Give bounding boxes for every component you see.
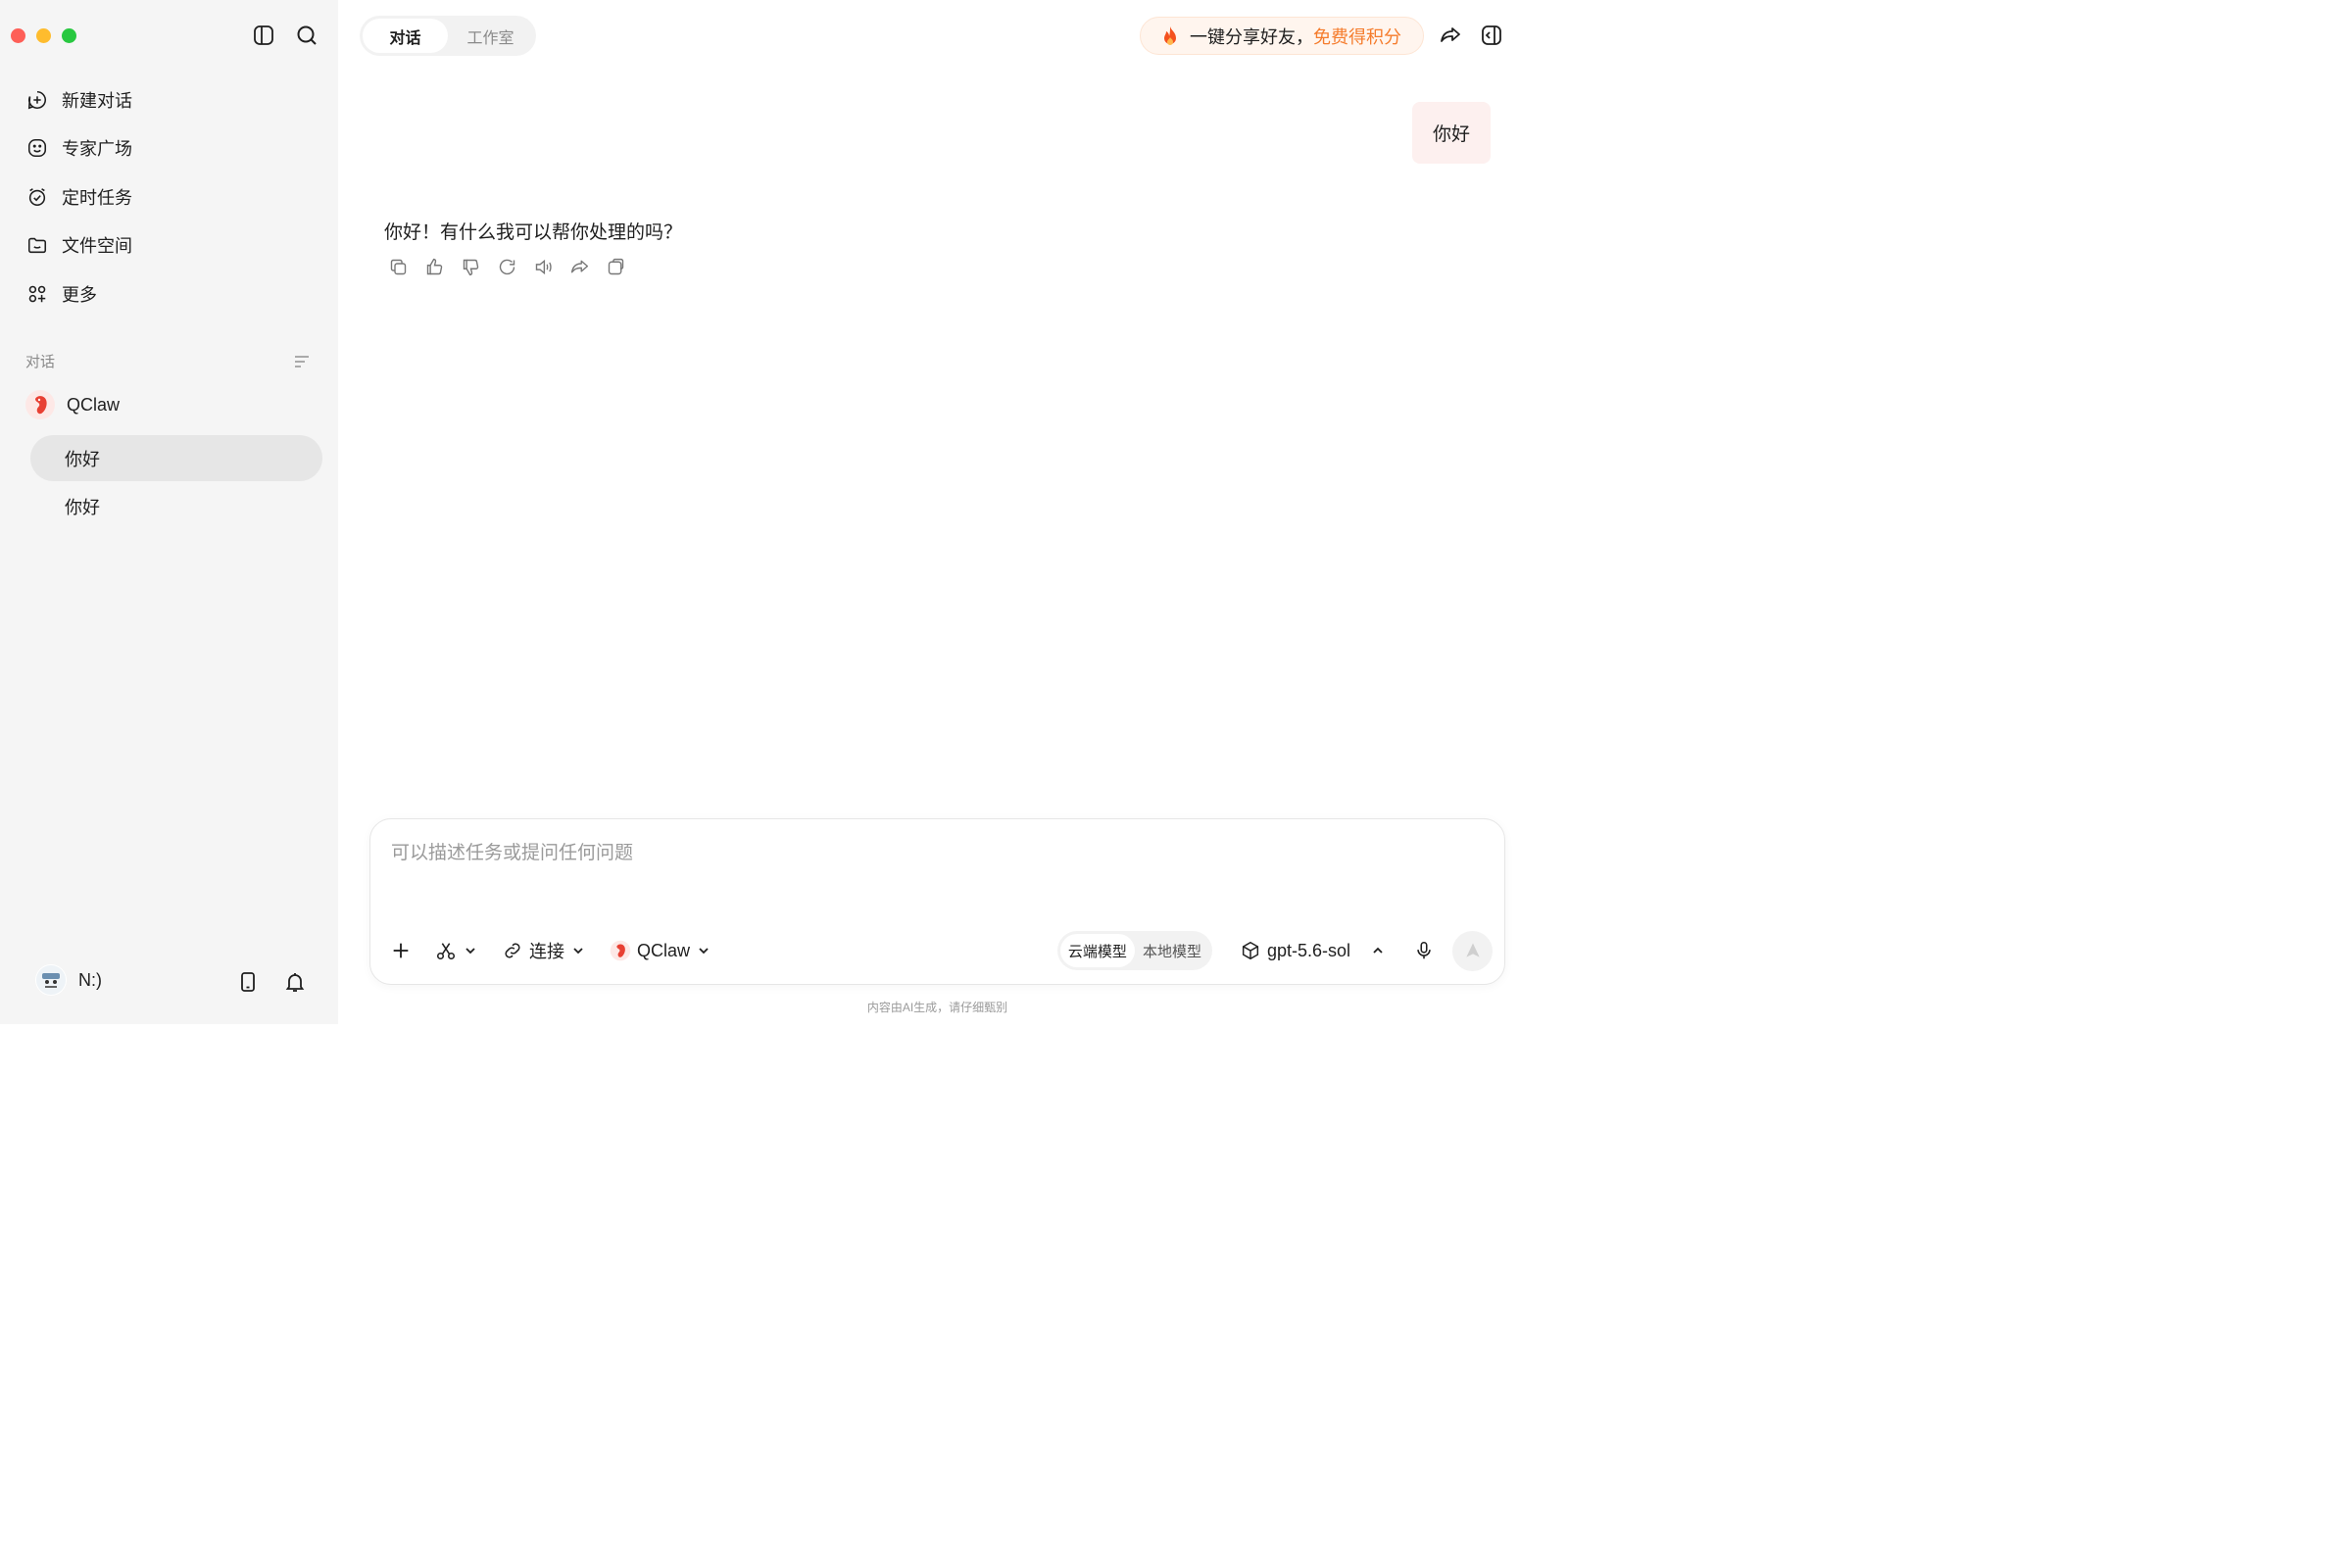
send-button[interactable] [1452, 930, 1493, 971]
tab-studio[interactable]: 工作室 [448, 19, 533, 53]
connect-label: 连接 [529, 942, 564, 961]
chevron-down-icon [573, 948, 583, 955]
maximize-window-button[interactable] [62, 28, 76, 43]
sidebar-nav: 新建对话 专家广场 定时任务 文件空间 更多 [18, 75, 321, 318]
share-button[interactable] [1438, 23, 1463, 48]
sidebar: 新建对话 专家广场 定时任务 文件空间 更多 对话 QClaw 你好 你好 N:… [0, 0, 338, 1024]
user-name: N:) [78, 969, 102, 990]
sidebar-item-label: 专家广场 [62, 139, 132, 160]
cloud-model-option[interactable]: 云端模型 [1059, 934, 1135, 967]
new-chat-icon[interactable] [606, 257, 626, 277]
conversation-item[interactable]: 你好 [30, 483, 322, 529]
speaker-icon[interactable] [533, 257, 554, 277]
agent-label: QClaw [637, 940, 691, 960]
search-button[interactable] [294, 23, 319, 48]
message-composer: 连接 QClaw 云端模型 本地模型 gpt-5.6-sol [369, 818, 1505, 985]
mobile-device-button[interactable] [235, 969, 261, 995]
send-arrow-icon [1465, 943, 1480, 957]
sort-icon[interactable] [294, 354, 310, 369]
search-icon [297, 25, 317, 45]
avatar [35, 964, 67, 996]
smile-face-icon [27, 139, 47, 158]
sidebar-item-label: 文件空间 [62, 236, 132, 257]
conversations-header: 对话 [25, 351, 310, 371]
alarm-clock-icon [28, 187, 46, 206]
model-name: gpt-5.6-sol [1266, 940, 1350, 960]
sidebar-item-label: 定时任务 [62, 187, 132, 208]
main-panel: 对话 工作室 一键分享好友，免费得积分 你好 你好！有什么我可以帮你处理的吗？ [338, 0, 1537, 1024]
agent-dropdown[interactable]: QClaw [610, 940, 711, 961]
view-tabs: 对话 工作室 [360, 16, 536, 56]
folder-icon [27, 238, 47, 254]
user-profile[interactable]: N:) [35, 964, 102, 996]
share-icon [1441, 27, 1460, 42]
phone-icon [241, 972, 255, 992]
ai-disclaimer: 内容由AI生成，请仔细甄别 [866, 1001, 1008, 1014]
toggle-right-panel-button[interactable] [1479, 23, 1504, 48]
sidebar-item-file-space[interactable]: 文件空间 [18, 221, 321, 270]
notifications-button[interactable] [282, 969, 308, 995]
tab-chat[interactable]: 对话 [363, 19, 448, 53]
composer-toolbar: 连接 QClaw 云端模型 本地模型 gpt-5.6-sol [390, 929, 1493, 972]
chevron-down-icon [466, 948, 475, 955]
section-title: 对话 [25, 354, 56, 370]
qclaw-logo-icon [25, 390, 55, 419]
sidebar-item-scheduled-tasks[interactable]: 定时任务 [18, 172, 321, 221]
window-controls [11, 28, 76, 43]
toggle-sidebar-button[interactable] [251, 23, 276, 48]
agent-name: QClaw [67, 394, 121, 415]
conversation-title: 你好 [65, 497, 100, 517]
scissors-icon [436, 943, 456, 960]
message-input[interactable] [391, 843, 1469, 864]
attach-button[interactable] [390, 940, 412, 961]
promo-accent-text: 免费得积分 [1313, 26, 1401, 47]
qclaw-logo-icon [610, 940, 631, 961]
thumbs-down-icon[interactable] [461, 257, 481, 277]
conversation-title: 你好 [65, 449, 100, 469]
message-actions [388, 257, 626, 277]
conversation-item[interactable]: 你好 [30, 435, 322, 481]
voice-input-button[interactable] [1413, 940, 1435, 961]
chevron-down-icon [699, 948, 709, 955]
fire-icon [1164, 25, 1176, 45]
apps-grid-icon [28, 285, 46, 303]
bell-icon [285, 973, 305, 992]
sidebar-item-label: 更多 [62, 284, 97, 305]
local-model-option[interactable]: 本地模型 [1135, 934, 1209, 967]
user-message-text: 你好 [1432, 124, 1470, 145]
copy-icon[interactable] [388, 257, 409, 277]
skills-dropdown[interactable] [435, 940, 478, 961]
close-window-button[interactable] [11, 28, 25, 43]
chevron-up-icon [1373, 947, 1383, 954]
agent-group-qclaw[interactable]: QClaw [25, 390, 120, 419]
thumbs-up-icon[interactable] [424, 257, 445, 277]
connect-dropdown[interactable]: 连接 [502, 938, 586, 963]
user-message-bubble: 你好 [1411, 102, 1491, 164]
sidebar-item-label: 新建对话 [62, 90, 132, 111]
model-location-switch: 云端模型 本地模型 [1056, 931, 1212, 970]
assistant-message-text: 你好！有什么我可以帮你处理的吗？ [384, 222, 683, 243]
plus-icon [393, 943, 409, 958]
microphone-icon [1417, 941, 1431, 959]
share-promo-banner[interactable]: 一键分享好友，免费得积分 [1140, 17, 1424, 55]
model-selector[interactable]: gpt-5.6-sol [1240, 940, 1386, 961]
sidebar-item-new-chat[interactable]: 新建对话 [18, 75, 321, 124]
share-icon[interactable] [569, 257, 590, 277]
sidebar-toggle-icon [254, 25, 273, 45]
cube-icon [1242, 941, 1259, 960]
sidebar-item-more[interactable]: 更多 [18, 270, 321, 318]
link-icon [505, 943, 520, 958]
minimize-window-button[interactable] [36, 28, 51, 43]
promo-text: 一键分享好友，免费得积分 [1190, 26, 1401, 47]
refresh-icon[interactable] [497, 257, 517, 277]
panel-toggle-icon [1482, 25, 1501, 45]
plus-circle-icon [27, 90, 46, 110]
sidebar-item-experts[interactable]: 专家广场 [18, 124, 321, 173]
